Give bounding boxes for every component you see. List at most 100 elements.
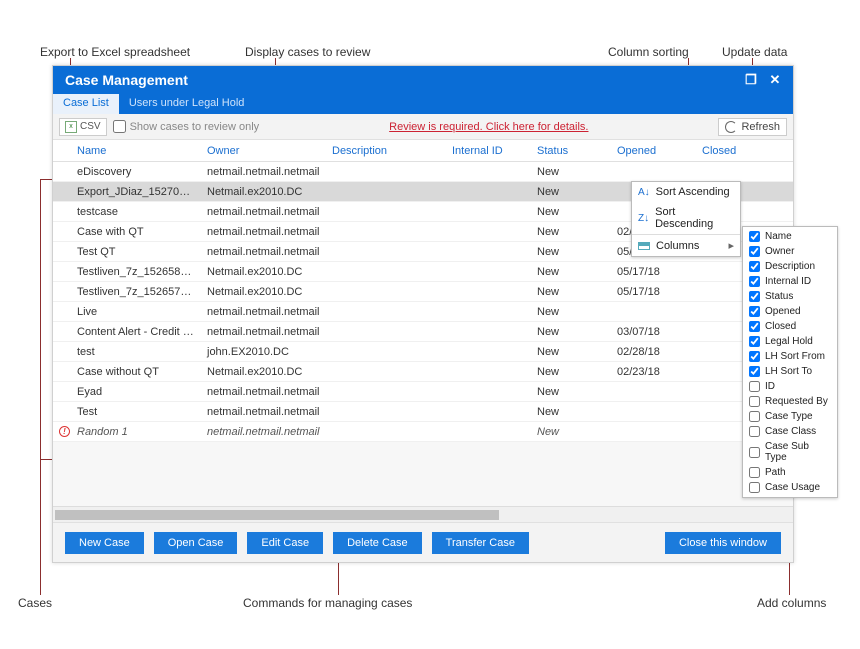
column-picker-item[interactable]: Opened (743, 304, 837, 319)
cell-status: New (531, 246, 611, 258)
delete-case-button[interactable]: Delete Case (333, 532, 422, 554)
transfer-case-button[interactable]: Transfer Case (432, 532, 529, 554)
column-picker-checkbox[interactable] (749, 231, 760, 242)
review-checkbox-label: Show cases to review only (130, 121, 260, 133)
col-header-description[interactable]: Description (326, 145, 446, 157)
column-picker-checkbox[interactable] (749, 351, 760, 362)
column-picker-item[interactable]: LH Sort From (743, 349, 837, 364)
grid-header: Name Owner Description Internal ID Statu… (53, 140, 793, 162)
refresh-label: Refresh (741, 121, 780, 133)
sort-desc-icon: Z↓ (638, 213, 649, 224)
column-picker-checkbox[interactable] (749, 381, 760, 392)
annot-add-cols: Add columns (757, 596, 826, 610)
column-picker-checkbox[interactable] (749, 482, 760, 493)
col-header-owner[interactable]: Owner (201, 145, 326, 157)
open-case-button[interactable]: Open Case (154, 532, 238, 554)
table-row[interactable]: Case without QTNetmail.ex2010.DCNew02/23… (53, 362, 793, 382)
column-picker-item[interactable]: Path (743, 465, 837, 480)
column-picker-item[interactable]: Status (743, 289, 837, 304)
sort-descending-item[interactable]: Z↓ Sort Descending (632, 202, 740, 234)
table-row[interactable]: Content Alert - Credit Ca...netmail.netm… (53, 322, 793, 342)
column-picker-checkbox[interactable] (749, 336, 760, 347)
column-picker-label: Status (765, 291, 793, 302)
table-row[interactable]: Testliven_7z_1526579231...Netmail.ex2010… (53, 282, 793, 302)
col-header-internal-id[interactable]: Internal ID (446, 145, 531, 157)
annot-commands: Commands for managing cases (243, 596, 412, 610)
table-row[interactable]: Livenetmail.netmail.netmailNew (53, 302, 793, 322)
cell-opened: 05/17/18 (611, 266, 696, 278)
column-picker-label: Case Sub Type (765, 441, 831, 463)
review-checkbox-input[interactable] (113, 120, 126, 133)
tab-case-list[interactable]: Case List (53, 94, 119, 114)
show-cases-review-checkbox[interactable]: Show cases to review only (113, 120, 260, 133)
column-picker-checkbox[interactable] (749, 306, 760, 317)
column-picker-checkbox[interactable] (749, 447, 760, 458)
cell-name: test (71, 346, 201, 358)
column-picker-checkbox[interactable] (749, 321, 760, 332)
columns-submenu-item[interactable]: Columns ▸ (632, 234, 740, 256)
case-management-window: Case Management ❐ ✕ Case List Users unde… (52, 65, 794, 563)
edit-case-button[interactable]: Edit Case (247, 532, 323, 554)
column-picker-checkbox[interactable] (749, 426, 760, 437)
column-picker-item[interactable]: LH Sort To (743, 364, 837, 379)
cell-opened: 05/17/18 (611, 286, 696, 298)
horizontal-scrollbar[interactable] (53, 506, 793, 522)
col-header-status[interactable]: Status (531, 145, 611, 157)
column-picker-checkbox[interactable] (749, 467, 760, 478)
column-picker-item[interactable]: Case Sub Type (743, 439, 837, 465)
new-case-button[interactable]: New Case (65, 532, 144, 554)
col-header-closed[interactable]: Closed (696, 145, 781, 157)
column-picker-checkbox[interactable] (749, 246, 760, 257)
table-row[interactable]: Testliven_7z_1526580160...Netmail.ex2010… (53, 262, 793, 282)
column-picker-item[interactable]: Case Usage (743, 480, 837, 495)
export-csv-button[interactable]: x CSV (59, 118, 107, 136)
column-picker-item[interactable]: Case Class (743, 424, 837, 439)
col-header-name[interactable]: Name (71, 145, 201, 157)
column-picker-checkbox[interactable] (749, 291, 760, 302)
submenu-arrow-icon: ▸ (728, 239, 734, 252)
column-picker-item[interactable]: Name (743, 229, 837, 244)
annot-update-data: Update data (722, 45, 787, 59)
cell-owner: netmail.netmail.netmail (201, 326, 326, 338)
maximize-icon[interactable]: ❐ (739, 72, 763, 88)
scrollbar-thumb[interactable] (55, 510, 499, 520)
column-picker-checkbox[interactable] (749, 366, 760, 377)
cell-status: New (531, 186, 611, 198)
table-row[interactable]: testjohn.EX2010.DCNew02/28/18 (53, 342, 793, 362)
cell-status: New (531, 226, 611, 238)
close-icon[interactable]: ✕ (763, 72, 787, 88)
column-picker-item[interactable]: Description (743, 259, 837, 274)
col-header-opened[interactable]: Opened (611, 145, 696, 157)
review-required-link[interactable]: Review is required. Click here for detai… (389, 121, 588, 133)
sort-ascending-item[interactable]: A↓ Sort Ascending (632, 182, 740, 202)
column-picker-item[interactable]: Requested By (743, 394, 837, 409)
close-window-button[interactable]: Close this window (665, 532, 781, 554)
column-picker-checkbox[interactable] (749, 276, 760, 287)
column-picker-checkbox[interactable] (749, 261, 760, 272)
table-row[interactable]: Testnetmail.netmail.netmailNew (53, 402, 793, 422)
cell-status: New (531, 206, 611, 218)
column-picker-item[interactable]: ID (743, 379, 837, 394)
cell-status: New (531, 346, 611, 358)
column-picker-item[interactable]: Internal ID (743, 274, 837, 289)
cell-status: New (531, 386, 611, 398)
column-picker-checkbox[interactable] (749, 411, 760, 422)
column-picker-checkbox[interactable] (749, 396, 760, 407)
column-picker-item[interactable]: Legal Hold (743, 334, 837, 349)
column-picker-item[interactable]: Owner (743, 244, 837, 259)
cell-owner: Netmail.ex2010.DC (201, 286, 326, 298)
column-picker-label: Path (765, 467, 786, 478)
tabbar: Case List Users under Legal Hold (53, 94, 793, 114)
table-row[interactable]: !Random 1netmail.netmail.netmailNew (53, 422, 793, 442)
cell-status: New (531, 366, 611, 378)
column-picker-item[interactable]: Case Type (743, 409, 837, 424)
tab-users-legal-hold[interactable]: Users under Legal Hold (119, 94, 255, 114)
cell-owner: netmail.netmail.netmail (201, 306, 326, 318)
column-picker: NameOwnerDescriptionInternal ID Status Ope… (742, 226, 838, 498)
cell-name: Test QT (71, 246, 201, 258)
table-row[interactable]: eDiscoverynetmail.netmail.netmailNew (53, 162, 793, 182)
table-row[interactable]: Eyadnetmail.netmail.netmailNew (53, 382, 793, 402)
refresh-button[interactable]: Refresh (718, 118, 787, 136)
column-picker-item[interactable]: Closed (743, 319, 837, 334)
cell-owner: Netmail.ex2010.DC (201, 266, 326, 278)
